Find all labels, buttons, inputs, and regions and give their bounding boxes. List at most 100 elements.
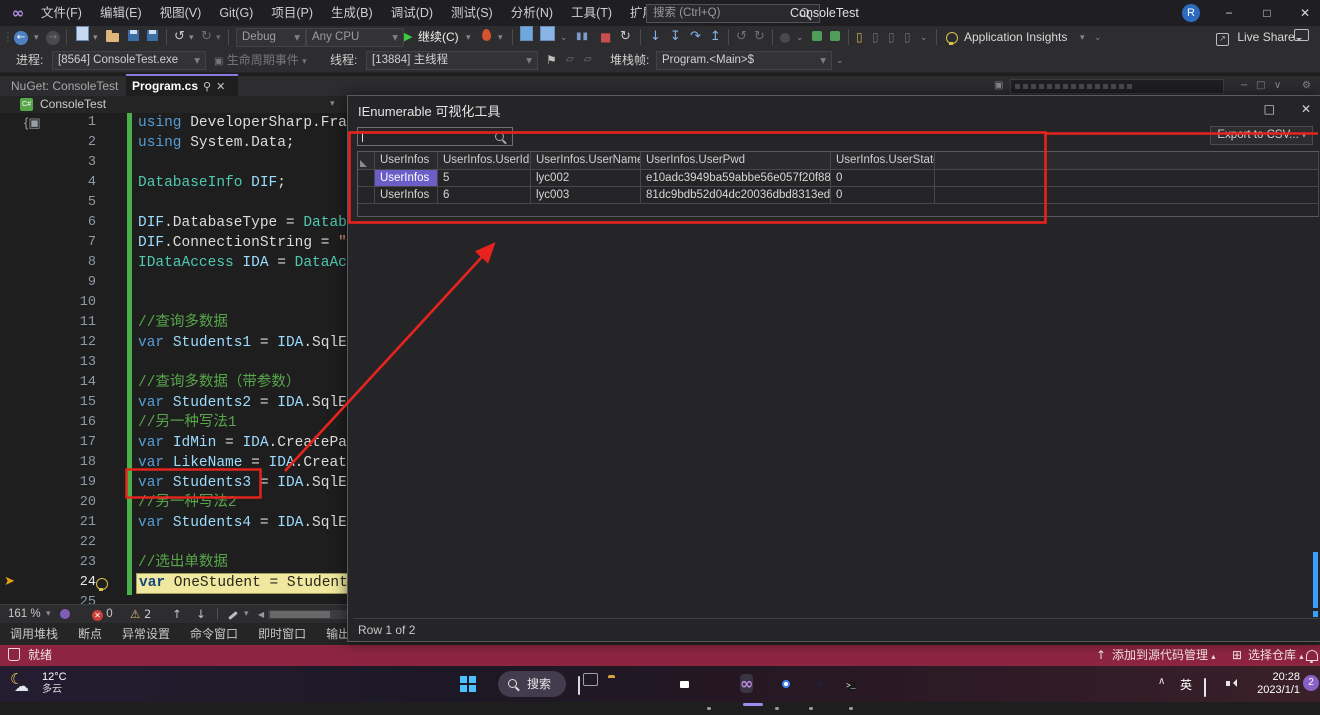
dialog-maximize-button[interactable]: □: [1264, 102, 1275, 116]
code-text[interactable]: var LikeName = IDA.CreateP: [138, 453, 364, 473]
scrollbar-thumb[interactable]: [1313, 552, 1318, 608]
debugbar-overflow[interactable]: ⌄: [836, 48, 844, 72]
tray-chevron-icon[interactable]: ∧: [1158, 676, 1165, 712]
panel-dock-icon[interactable]: □: [1256, 78, 1265, 93]
app-insights-dropdown[interactable]: ▾: [1080, 26, 1085, 48]
suspend-threads-icon[interactable]: ▱: [584, 48, 592, 72]
redo-secondary-button[interactable]: ↻: [754, 26, 765, 48]
grid-header-UserInfos.UserId[interactable]: UserInfos.UserId: [438, 152, 531, 170]
clock[interactable]: 20:28 2023/1/1: [1248, 671, 1300, 697]
panel-field[interactable]: [1010, 79, 1224, 94]
menu-item-测试(S)[interactable]: 测试(S): [442, 0, 502, 26]
network-icon[interactable]: [1204, 679, 1206, 715]
horizontal-scrollbar[interactable]: [268, 610, 352, 619]
export-to-csv-button[interactable]: Export to CSV... ▾: [1210, 126, 1313, 145]
code-text[interactable]: var Students4 = IDA.SqlExe: [138, 513, 364, 533]
breadcrumb-project[interactable]: ConsoleTest: [40, 96, 106, 113]
panel-tab-命令窗口[interactable]: 命令窗口: [180, 623, 248, 645]
undo-button[interactable]: ↺: [174, 26, 185, 48]
background-tasks-icon[interactable]: [8, 645, 20, 666]
menu-item-项目(P)[interactable]: 项目(P): [262, 0, 322, 26]
code-cleanup-dropdown[interactable]: ▾: [244, 605, 249, 624]
next-bookmark-button[interactable]: ▯: [888, 26, 895, 48]
intellitrace-forward-button[interactable]: [830, 26, 840, 48]
stack-frame-combo[interactable]: Program.<Main>$▾: [656, 51, 832, 70]
bookmarks-overflow[interactable]: ⌄: [920, 26, 928, 48]
close-tab-icon[interactable]: ✕: [216, 81, 225, 93]
feedback-button[interactable]: [1294, 26, 1309, 48]
task-view-button[interactable]: [578, 677, 580, 713]
panel-tab-异常设置[interactable]: 异常设置: [112, 623, 180, 645]
continue-play-icon[interactable]: ▶: [404, 26, 412, 48]
solution-config-combo[interactable]: Debug▾: [236, 28, 306, 47]
grid-cell[interactable]: e10adc3949ba59abbe56e057f20f883e: [641, 170, 831, 187]
tab-program-cs[interactable]: Program.cs⚲✕: [126, 74, 238, 98]
save-button[interactable]: [128, 26, 139, 48]
terminal-button[interactable]: >_: [846, 675, 856, 711]
hot-reload-button[interactable]: [482, 26, 491, 48]
prev-issue-button[interactable]: ↑: [172, 605, 182, 624]
grid-cell[interactable]: UserInfos: [375, 187, 438, 204]
prev-bookmark-button[interactable]: ▯: [872, 26, 879, 48]
code-text[interactable]: DatabaseInfo DIF;: [138, 173, 286, 193]
menu-item-工具(T)[interactable]: 工具(T): [562, 0, 621, 26]
code-text[interactable]: using DeveloperSharp.Frame: [138, 113, 364, 133]
layout-overflow[interactable]: ⌄: [560, 26, 568, 48]
continue-dropdown[interactable]: ▾: [466, 26, 471, 48]
stop-debugging-button[interactable]: ■: [600, 26, 611, 48]
health-indicator-icon[interactable]: [60, 605, 70, 624]
zoom-level[interactable]: 161 %: [8, 605, 41, 624]
grid-header-UserInfos.UserPwd[interactable]: UserInfos.UserPwd: [641, 152, 831, 170]
notification-badge[interactable]: 2: [1303, 675, 1319, 691]
dialog-close-button[interactable]: ✕: [1301, 102, 1311, 116]
window-layout-button[interactable]: [540, 26, 555, 48]
quick-actions-lightbulb[interactable]: [96, 577, 108, 593]
clear-bookmarks-button[interactable]: ▯: [904, 26, 911, 48]
restart-button[interactable]: ↻: [620, 26, 631, 48]
language-indicator[interactable]: 英: [1180, 676, 1192, 712]
close-button[interactable]: ✕: [1288, 0, 1320, 26]
maximize-button[interactable]: □: [1250, 0, 1284, 26]
step-into-button[interactable]: ↧: [670, 26, 681, 48]
panel-gear-icon[interactable]: ⚙: [1302, 78, 1311, 93]
grid-row-header[interactable]: [358, 187, 375, 204]
code-text[interactable]: DIF.DatabaseType = Databas: [138, 213, 364, 233]
code-text[interactable]: //查询多数据: [138, 313, 228, 333]
grid-row-header[interactable]: [358, 170, 375, 187]
code-text[interactable]: using System.Data;: [138, 133, 295, 153]
grid-cell[interactable]: 0: [831, 170, 935, 187]
code-text[interactable]: //另一种写法2: [138, 493, 237, 513]
live-share-button[interactable]: ↗ Live Share: [1216, 26, 1295, 48]
flag-threads-icon[interactable]: ⚑: [546, 48, 557, 72]
code-text[interactable]: IDataAccess IDA = DataAcce: [138, 253, 364, 273]
open-containing-docs-button[interactable]: [520, 26, 533, 48]
navigate-forward-button[interactable]: →: [46, 26, 60, 48]
code-text[interactable]: DIF.ConnectionString = "Se: [138, 233, 364, 253]
visualizer-search-input[interactable]: [357, 127, 513, 146]
pin-icon[interactable]: ⚲: [203, 80, 211, 93]
weather-widget[interactable]: ☾ ☁: [8, 670, 38, 706]
breakpoints-button[interactable]: [780, 26, 790, 48]
thread-combo[interactable]: [13884] 主线程▾: [366, 51, 538, 70]
grid-cell[interactable]: lyc002: [531, 170, 641, 187]
code-text[interactable]: //另一种写法1: [138, 413, 237, 433]
save-all-button[interactable]: [147, 26, 158, 48]
add-to-source-control-button[interactable]: 添加到源代码管理 ▴: [1112, 645, 1215, 667]
redo-dropdown[interactable]: ▾: [216, 26, 221, 48]
code-text[interactable]: var OneStudent = Students2: [136, 573, 360, 594]
panel-chevron-icon[interactable]: ∨: [1274, 78, 1281, 93]
breakpoints-overflow[interactable]: ⌄: [796, 26, 804, 48]
open-file-button[interactable]: [106, 26, 119, 48]
menu-item-文件(F)[interactable]: 文件(F): [32, 0, 91, 26]
show-next-statement-button[interactable]: ↓: [650, 26, 661, 48]
account-avatar[interactable]: R: [1182, 4, 1200, 22]
menu-item-调试(D)[interactable]: 调试(D): [382, 0, 442, 26]
next-issue-button[interactable]: ↓: [196, 605, 206, 624]
menu-item-编辑(E)[interactable]: 编辑(E): [91, 0, 151, 26]
continue-button[interactable]: 继续(C): [418, 26, 459, 48]
toggle-bookmark-button[interactable]: ▯: [856, 26, 863, 48]
taskbar-search[interactable]: 搜索: [498, 671, 566, 697]
hot-reload-dropdown[interactable]: ▾: [498, 26, 503, 48]
error-count[interactable]: ✕ 0: [92, 605, 113, 624]
app-insights-button[interactable]: Application Insights: [964, 26, 1067, 48]
